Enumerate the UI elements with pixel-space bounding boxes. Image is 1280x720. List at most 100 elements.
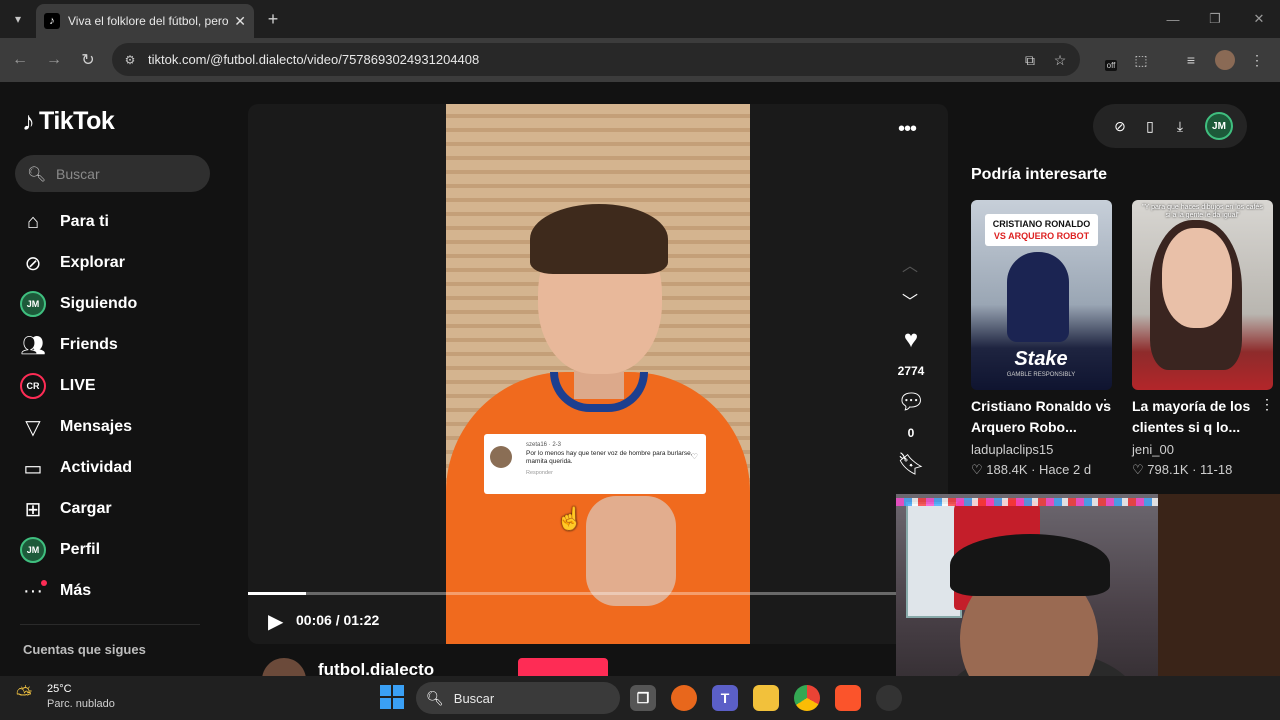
- nav-label: Cargar: [60, 500, 112, 517]
- download-icon[interactable]: ⤓: [1165, 111, 1195, 141]
- extension-toggle-icon[interactable]: off: [1100, 49, 1122, 71]
- bookmark-icon[interactable]: 🔖︎: [897, 450, 925, 478]
- chrome-icon[interactable]: [794, 685, 820, 711]
- nav-mas[interactable]: ··· Más: [20, 574, 220, 608]
- taskbar-search[interactable]: 🔍︎ Buscar: [416, 682, 620, 714]
- chevron-up-icon[interactable]: ︿: [902, 252, 918, 276]
- user-avatar[interactable]: JM: [1205, 112, 1233, 140]
- extensions-puzzle-icon[interactable]: ⬚: [1130, 49, 1152, 71]
- extension-badge: off: [1104, 59, 1118, 71]
- nav-friends[interactable]: 👥︎ Friends: [20, 328, 220, 362]
- recommendation-author[interactable]: laduplaclips15: [971, 442, 1053, 457]
- profile-avatar-icon: JM: [20, 537, 46, 563]
- sidebar-divider: [20, 624, 200, 625]
- tab-search-icon[interactable]: ▾: [6, 7, 30, 31]
- forward-icon[interactable]: →: [42, 48, 66, 72]
- mobile-app-icon[interactable]: ▯: [1135, 111, 1165, 141]
- live-icon: CR: [20, 373, 46, 399]
- author-avatar[interactable]: [262, 658, 306, 676]
- recommendation-title[interactable]: La mayoría de los clientes si q lo...: [1132, 396, 1277, 438]
- address-bar[interactable]: ⚙ tiktok.com/@futbol.dialecto/video/7578…: [112, 43, 1080, 76]
- browser-menu-icon[interactable]: ⋮: [1246, 49, 1268, 71]
- heart-outline-icon: ♡: [1132, 462, 1148, 477]
- home-icon: ⌂: [26, 210, 40, 233]
- minimize-icon[interactable]: —: [1162, 8, 1184, 30]
- nav-siguiendo[interactable]: JM Siguiendo: [20, 287, 220, 321]
- author-row: futbol.dialecto: [262, 658, 662, 676]
- obs-icon[interactable]: [876, 685, 902, 711]
- heart-outline-icon: ♡: [971, 462, 987, 477]
- nav-label: Siguiendo: [60, 295, 138, 312]
- teams-icon[interactable]: T: [712, 685, 738, 711]
- video-progress-bar[interactable]: [248, 592, 896, 595]
- firefox-icon[interactable]: [671, 685, 697, 711]
- comment-user: szeta16 · 2-3: [526, 442, 562, 448]
- chevron-down-icon[interactable]: ﹀: [902, 288, 918, 312]
- following-avatar-icon: JM: [20, 291, 46, 317]
- follow-button[interactable]: [518, 658, 608, 676]
- task-view-icon[interactable]: ❐: [630, 685, 656, 711]
- comment-heart-icon: ♡: [690, 452, 698, 461]
- play-icon[interactable]: ▶: [268, 609, 283, 634]
- reload-icon[interactable]: ↻: [76, 48, 100, 72]
- taskbar-search-label: Buscar: [453, 690, 495, 706]
- video-player[interactable]: szeta16 · 2-3 Por lo menos hay que tener…: [446, 104, 750, 644]
- media-controls-icon[interactable]: ≡: [1180, 49, 1202, 71]
- search-icon: 🔍︎: [27, 165, 47, 183]
- more-options-icon[interactable]: •••: [898, 118, 917, 141]
- close-tab-icon[interactable]: ✕: [234, 13, 246, 30]
- kebab-menu-icon[interactable]: ⋮: [1098, 396, 1112, 413]
- tiktok-logo[interactable]: ♪ TikTok: [22, 106, 115, 137]
- install-app-icon[interactable]: ⧉: [1019, 49, 1041, 71]
- comment-reply: Responder: [526, 470, 553, 476]
- video-progress-fill: [248, 592, 307, 595]
- recommendation-stats: ♡ 798.1K · 11-18: [1132, 462, 1233, 477]
- weather-partly-cloudy-icon[interactable]: ⛅︎: [16, 684, 42, 710]
- browser-tab[interactable]: ♪ Viva el folklore del fútbol, pero ✕: [36, 4, 254, 38]
- weather-description[interactable]: Parc. nublado: [47, 698, 115, 710]
- nav-para-ti[interactable]: ⌂ Para ti: [20, 205, 220, 239]
- search-box[interactable]: 🔍︎: [15, 155, 210, 192]
- browser-toolbar: ← → ↻ ⚙ tiktok.com/@futbol.dialecto/vide…: [0, 38, 1280, 82]
- video-frame-hand: [586, 496, 676, 606]
- nav-explorar[interactable]: ⊘ Explorar: [20, 246, 220, 280]
- profile-avatar-icon[interactable]: [1214, 49, 1236, 71]
- nav-actividad[interactable]: ▭ Actividad: [20, 451, 220, 485]
- recommendation-thumbnail[interactable]: CRISTIANO RONALDO VS ARQUERO ROBOT Stake…: [971, 200, 1112, 390]
- compass-icon: ⊘: [24, 252, 42, 275]
- kebab-menu-icon[interactable]: ⋮: [1260, 396, 1274, 413]
- search-input[interactable]: [56, 165, 197, 182]
- author-name[interactable]: futbol.dialecto: [318, 660, 434, 676]
- recommendation-thumbnail[interactable]: "Y para que haces dibujos en los cafés s…: [1132, 200, 1273, 390]
- thumbnail-figure: [1007, 252, 1069, 342]
- top-actions-bar: ⊘ ▯ ⤓ JM: [1093, 104, 1247, 148]
- comment-count: 0: [907, 426, 915, 440]
- file-explorer-icon[interactable]: [753, 685, 779, 711]
- recommendation-author[interactable]: jeni_00: [1132, 442, 1174, 457]
- recommendation-title[interactable]: Cristiano Ronaldo vs Arquero Robo...: [971, 396, 1116, 438]
- brave-icon[interactable]: [835, 685, 861, 711]
- compass-icon[interactable]: ⊘: [1105, 111, 1135, 141]
- nav-label: Perfil: [60, 541, 101, 558]
- bookmark-star-icon[interactable]: ☆: [1049, 49, 1071, 71]
- url-text: tiktok.com/@futbol.dialecto/video/757869…: [148, 52, 480, 67]
- comment-icon[interactable]: 💬︎: [897, 388, 925, 416]
- search-icon: 🔍︎: [426, 689, 444, 706]
- nav-label: Friends: [60, 336, 118, 353]
- webcam-overlay: [896, 494, 1280, 676]
- site-settings-icon[interactable]: ⚙: [122, 52, 138, 68]
- nav-perfil[interactable]: JM Perfil: [20, 533, 220, 567]
- webcam-string-lights: [896, 498, 1158, 506]
- video-panel: szeta16 · 2-3 Por lo menos hay que tener…: [248, 104, 948, 644]
- restore-icon[interactable]: ❐: [1204, 8, 1226, 30]
- windows-start-icon[interactable]: [380, 685, 404, 709]
- activity-icon: ▭: [23, 457, 43, 480]
- nav-cargar[interactable]: ⊞ Cargar: [20, 492, 220, 526]
- back-icon[interactable]: ←: [8, 48, 32, 72]
- weather-temperature[interactable]: 25°C: [47, 683, 72, 695]
- nav-live[interactable]: CR LIVE: [20, 369, 220, 403]
- like-heart-icon[interactable]: ♥: [897, 326, 925, 354]
- new-tab-icon[interactable]: +: [262, 8, 284, 30]
- close-window-icon[interactable]: ✕: [1248, 8, 1270, 30]
- nav-mensajes[interactable]: ▽ Mensajes: [20, 410, 220, 444]
